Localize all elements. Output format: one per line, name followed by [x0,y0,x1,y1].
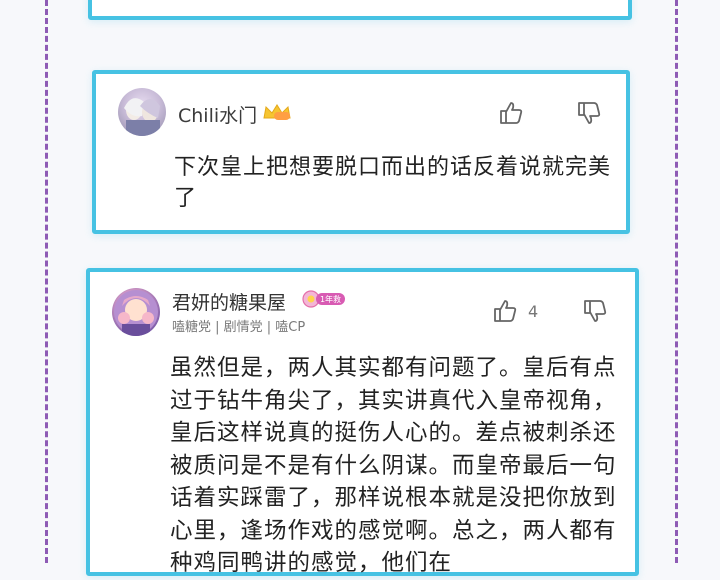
comment-text: 下次皇上把想要脱口而出的话反着说就完美了 [174,155,612,211]
username[interactable]: Chili水门 [178,101,257,128]
thumbs-down-icon[interactable] [576,100,602,126]
comment-text: 虽然但是，两人其实都有问题了。皇后有点过于钻牛角尖了，其实讲真代入皇帝视角，皇后… [170,355,617,576]
comment-card: Chili水门 下次皇上把想要脱口而出的话反着说就完美了 [92,70,630,234]
thumbs-up-icon[interactable] [498,100,524,126]
user-tags: 嗑糖党 | 剧情党 | 嗑CP [172,320,306,335]
thumbs-down-icon[interactable] [582,298,608,324]
username[interactable]: 君妍的糖果屋 [172,288,286,315]
year-badge-icon: 1年救 [302,290,345,308]
previous-comment-card [88,0,632,20]
like-count: 4 [528,302,539,321]
left-dashed-border [45,0,48,563]
right-dashed-border [675,0,678,563]
thumbs-up-icon[interactable] [492,298,518,324]
comment-card: 君妍的糖果屋 1年救 嗑糖党 | 剧情党 | 嗑CP 4 虽然但是，两人其实都有… [86,268,639,576]
avatar[interactable] [112,288,160,336]
crown-icon [263,104,291,120]
year-badge-text: 1年救 [320,294,341,304]
avatar[interactable] [118,88,166,136]
